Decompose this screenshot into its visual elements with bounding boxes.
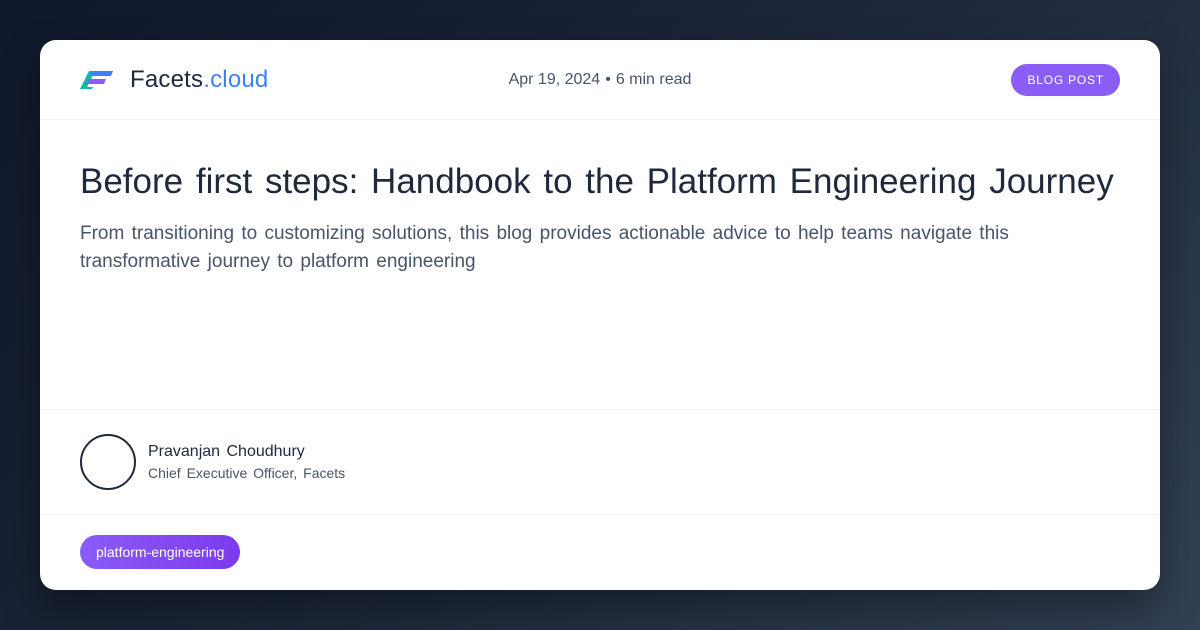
tag-platform-engineering[interactable]: platform-engineering (80, 535, 241, 569)
brand-logo[interactable]: Facets.cloud (80, 66, 268, 94)
author-section: Pravanjan Choudhury Chief Executive Offi… (40, 410, 1160, 515)
meta-separator: • (605, 71, 611, 88)
author-role: Chief Executive Officer, Facets (148, 465, 346, 481)
blog-post-badge: BLOG POST (1011, 63, 1120, 96)
brand-name: Facets.cloud (130, 65, 269, 93)
facets-logo-icon (80, 70, 113, 89)
author-name[interactable]: Pravanjan Choudhury (148, 443, 345, 461)
post-date: Apr 19, 2024 (508, 71, 601, 88)
brand-tld: .cloud (203, 65, 269, 93)
article-subtitle: From transitioning to customizing soluti… (80, 223, 1009, 272)
blog-card: Facets.cloud Apr 19, 2024 • 6 min read B… (40, 40, 1160, 590)
read-time: 6 min read (615, 71, 692, 88)
article-summary: Before first steps: Handbook to the Plat… (40, 120, 1160, 410)
author-info: Pravanjan Choudhury Chief Executive Offi… (148, 443, 345, 481)
article-title[interactable]: Before first steps: Handbook to the Plat… (80, 162, 1120, 202)
tag-list: platform-engineering (40, 515, 1160, 589)
card-header: Facets.cloud Apr 19, 2024 • 6 min read B… (40, 40, 1160, 120)
avatar[interactable] (80, 434, 136, 490)
